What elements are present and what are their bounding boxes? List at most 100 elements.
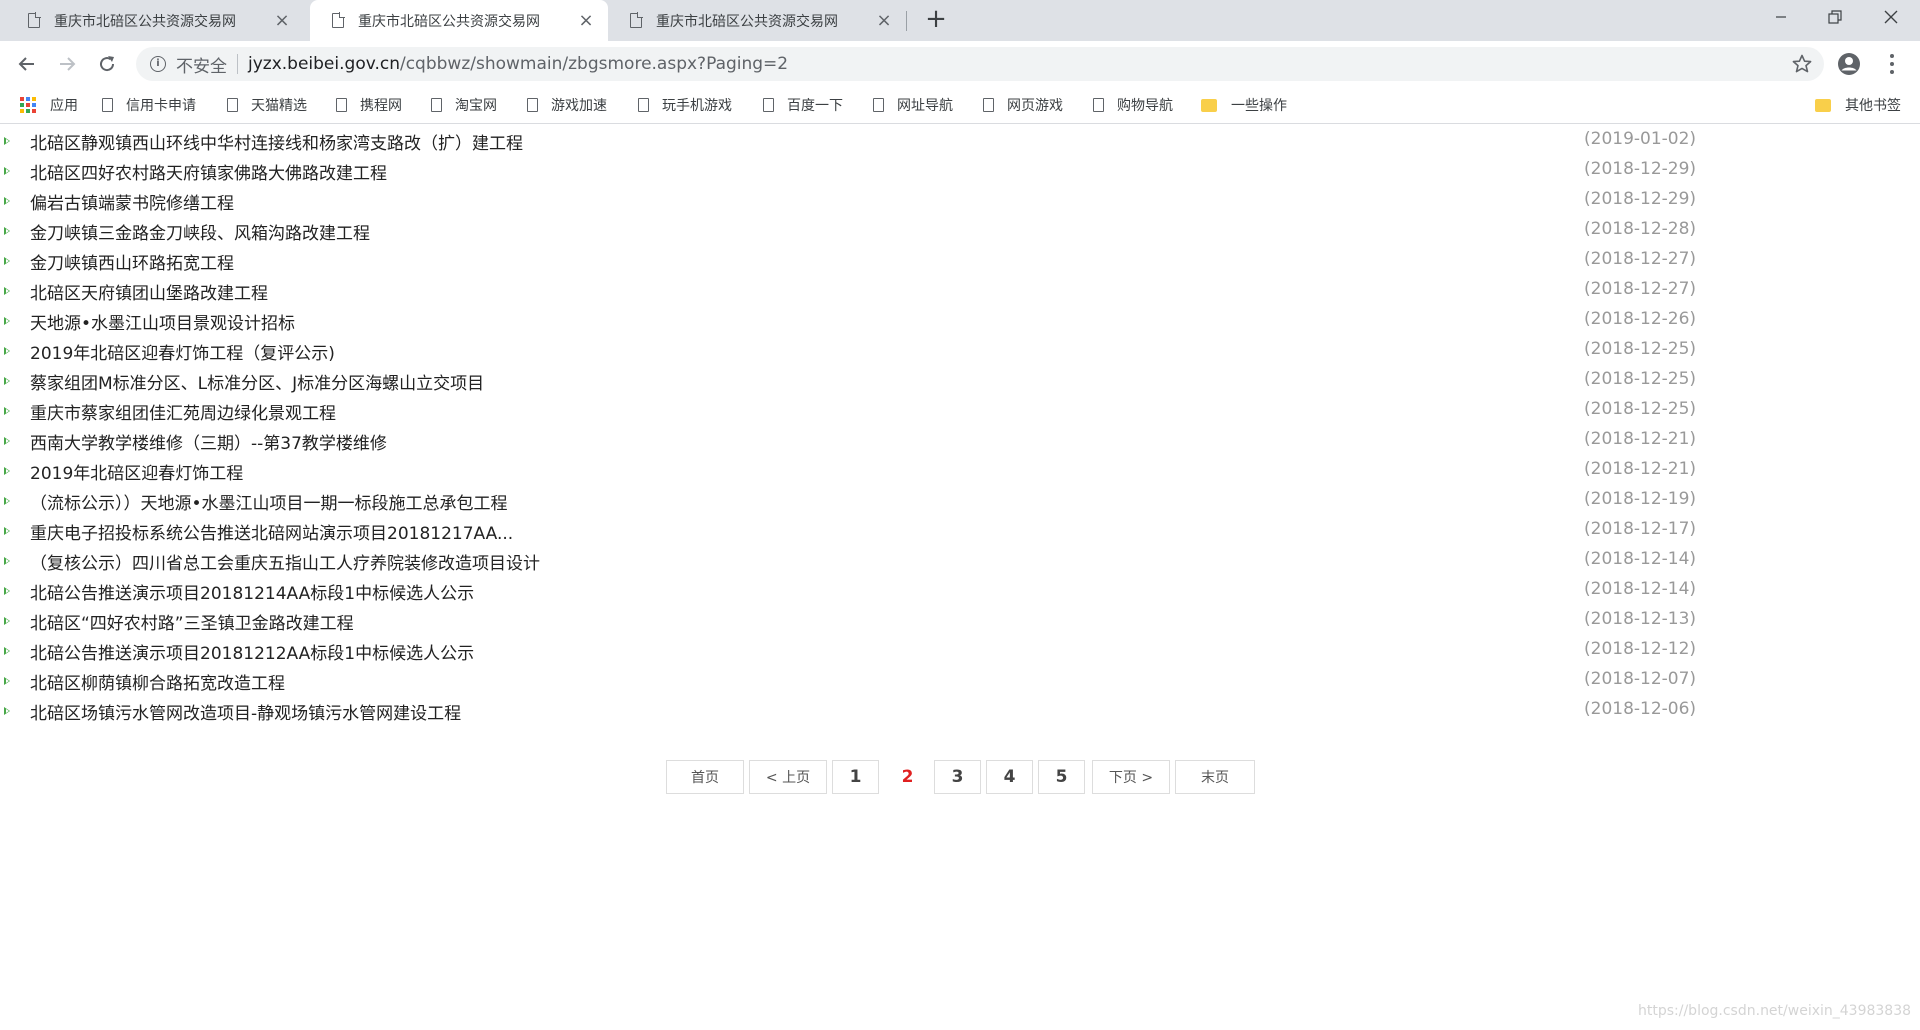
tab-3[interactable]: 重庆市北碚区公共资源交易网 × <box>608 0 906 41</box>
folder-icon <box>1815 98 1831 112</box>
bookmark-item[interactable]: 天猫精选 <box>227 87 307 123</box>
bullet-arrow-icon <box>4 167 10 175</box>
last-page-button[interactable]: 末页 <box>1175 760 1255 794</box>
close-tab-icon[interactable]: × <box>274 11 290 29</box>
page-icon <box>873 98 884 112</box>
announcement-date: (2018-12-13) <box>1584 609 1697 629</box>
list-item: 蔡家组团M标准分区、L标准分区、J标准分区海螺山立交项目 (2018-12-25) <box>0 366 1920 396</box>
announcement-date: (2018-12-19) <box>1584 489 1697 509</box>
list-item: 北碚区“四好农村路”三圣镇卫金路改建工程 (2018-12-13) <box>0 606 1920 636</box>
announcement-link[interactable]: 天地源•水墨江山项目景观设计招标 <box>30 309 295 334</box>
announcement-link[interactable]: 北碚区柳荫镇柳合路拓宽改造工程 <box>30 669 285 694</box>
forward-button[interactable] <box>52 49 82 79</box>
page-icon <box>227 98 238 112</box>
announcement-date: (2018-12-25) <box>1584 369 1697 389</box>
back-button[interactable] <box>12 49 42 79</box>
announcement-date: (2018-12-06) <box>1584 699 1697 719</box>
announcement-link[interactable]: （流标公示））天地源•水墨江山项目一期一标段施工总承包工程 <box>30 489 508 514</box>
page-icon <box>763 98 774 112</box>
bookmark-label: 网址导航 <box>897 98 953 114</box>
list-item: 北碚区静观镇西山环线中华村连接线和杨家湾支路改（扩）建工程 (2019-01-02… <box>0 126 1920 156</box>
announcement-list: 北碚区静观镇西山环线中华村连接线和杨家湾支路改（扩）建工程 (2019-01-02… <box>0 126 1920 726</box>
bullet-arrow-icon <box>4 557 10 565</box>
bullet-arrow-icon <box>4 437 10 445</box>
security-label[interactable]: 不安全 <box>176 52 227 77</box>
announcement-link[interactable]: 西南大学教学楼维修（三期）--第37教学楼维修 <box>30 429 387 454</box>
bookmark-label: 百度一下 <box>787 98 843 114</box>
bookmark-label: 一些操作 <box>1231 98 1287 114</box>
back-arrow-icon <box>18 57 34 71</box>
announcement-link[interactable]: 北碚区四好农村路天府镇家佛路大佛路改建工程 <box>30 159 387 184</box>
next-page-button[interactable]: 下页 > <box>1092 760 1170 794</box>
page-icon <box>983 98 994 112</box>
announcement-link[interactable]: 重庆电子招投标系统公告推送北碚网站演示项目20181217AA... <box>30 519 513 544</box>
announcement-link[interactable]: 2019年北碚区迎春灯饰工程（复评公示) <box>30 339 335 364</box>
bookmark-apps[interactable]: 应用 <box>20 87 78 123</box>
bookmark-item[interactable]: 百度一下 <box>763 87 843 123</box>
page-icon <box>332 12 345 28</box>
bookmark-folder[interactable]: 一些操作 <box>1201 87 1287 123</box>
bookmark-item[interactable]: 网页游戏 <box>983 87 1063 123</box>
tab-separator <box>906 11 907 31</box>
bullet-arrow-icon <box>4 197 10 205</box>
bookmark-label: 天猫精选 <box>251 98 307 114</box>
info-icon[interactable]: i <box>150 56 166 72</box>
announcement-link[interactable]: 金刀峡镇三金路金刀峡段、风箱沟路改建工程 <box>30 219 370 244</box>
bookmark-folder-other[interactable]: 其他书签 <box>1815 87 1901 123</box>
announcement-link[interactable]: 重庆市蔡家组团佳汇苑周边绿化景观工程 <box>30 399 336 424</box>
bookmark-label: 购物导航 <box>1117 98 1173 114</box>
announcement-link[interactable]: 北碚区“四好农村路”三圣镇卫金路改建工程 <box>30 609 354 634</box>
page-4-button[interactable]: 4 <box>986 760 1033 794</box>
close-tab-icon[interactable]: × <box>578 11 594 29</box>
tab-title: 重庆市北碚区公共资源交易网 <box>54 13 236 30</box>
announcement-date: (2019-01-02) <box>1584 129 1697 149</box>
bookmark-item[interactable]: 游戏加速 <box>527 87 607 123</box>
list-item: 偏岩古镇端蒙书院修缮工程 (2018-12-29) <box>0 186 1920 216</box>
new-tab-button[interactable]: + <box>922 6 950 34</box>
tab-1[interactable]: 重庆市北碚区公共资源交易网 × <box>6 0 304 41</box>
announcement-link[interactable]: 北碚区静观镇西山环线中华村连接线和杨家湾支路改（扩）建工程 <box>30 129 523 154</box>
announcement-date: (2018-12-12) <box>1584 639 1697 659</box>
bookmark-item[interactable]: 淘宝网 <box>431 87 497 123</box>
tab-2-active[interactable]: 重庆市北碚区公共资源交易网 × <box>310 0 608 41</box>
bookmark-item[interactable]: 网址导航 <box>873 87 953 123</box>
announcement-link[interactable]: 北碚公告推送演示项目20181214AA标段1中标候选人公示 <box>30 579 474 604</box>
page-5-button[interactable]: 5 <box>1038 760 1085 794</box>
page-3-button[interactable]: 3 <box>934 760 981 794</box>
announcement-link[interactable]: 北碚区场镇污水管网改造项目-静观场镇污水管网建设工程 <box>30 699 461 724</box>
browser-toolbar: i 不安全 jyzx.beibei.gov.cn /cqbbwz/showmai… <box>0 41 1920 87</box>
browser-menu-icon[interactable] <box>1886 52 1898 76</box>
reload-button[interactable] <box>92 49 122 79</box>
list-item: 2019年北碚区迎春灯饰工程（复评公示) (2018-12-25) <box>0 336 1920 366</box>
bullet-arrow-icon <box>4 257 10 265</box>
bookmark-star-icon[interactable] <box>1792 54 1812 74</box>
announcement-link[interactable]: 蔡家组团M标准分区、L标准分区、J标准分区海螺山立交项目 <box>30 369 484 394</box>
list-item: 北碚区场镇污水管网改造项目-静观场镇污水管网建设工程 (2018-12-06) <box>0 696 1920 726</box>
page-1-button[interactable]: 1 <box>832 760 879 794</box>
account-icon[interactable] <box>1837 52 1861 76</box>
bookmark-item[interactable]: 购物导航 <box>1093 87 1173 123</box>
address-bar[interactable]: i 不安全 jyzx.beibei.gov.cn /cqbbwz/showmai… <box>136 47 1824 81</box>
announcement-date: (2018-12-21) <box>1584 429 1697 449</box>
close-window-button[interactable] <box>1862 0 1920 34</box>
first-page-button[interactable]: 首页 <box>666 760 744 794</box>
announcement-date: (2018-12-27) <box>1584 249 1697 269</box>
announcement-link[interactable]: 金刀峡镇西山环路拓宽工程 <box>30 249 234 274</box>
prev-page-button[interactable]: < 上页 <box>749 760 827 794</box>
bookmark-item[interactable]: 玩手机游戏 <box>638 87 732 123</box>
bullet-arrow-icon <box>4 587 10 595</box>
restore-button[interactable] <box>1806 0 1864 34</box>
announcement-link[interactable]: 2019年北碚区迎春灯饰工程 <box>30 459 243 484</box>
announcement-date: (2018-12-25) <box>1584 339 1697 359</box>
announcement-link[interactable]: （复核公示）四川省总工会重庆五指山工人疗养院装修改造项目设计 <box>30 549 540 574</box>
bookmark-item[interactable]: 携程网 <box>336 87 402 123</box>
announcement-link[interactable]: 北碚公告推送演示项目20181212AA标段1中标候选人公示 <box>30 639 474 664</box>
close-tab-icon[interactable]: × <box>876 11 892 29</box>
announcement-link[interactable]: 北碚区天府镇团山堡路改建工程 <box>30 279 268 304</box>
announcement-link[interactable]: 偏岩古镇端蒙书院修缮工程 <box>30 189 234 214</box>
list-item: 北碚区柳荫镇柳合路拓宽改造工程 (2018-12-07) <box>0 666 1920 696</box>
bookmark-item[interactable]: 信用卡申请 <box>102 87 196 123</box>
announcement-date: (2018-12-14) <box>1584 549 1697 569</box>
minimize-button[interactable] <box>1752 0 1810 34</box>
list-item: （流标公示））天地源•水墨江山项目一期一标段施工总承包工程 (2018-12-19… <box>0 486 1920 516</box>
